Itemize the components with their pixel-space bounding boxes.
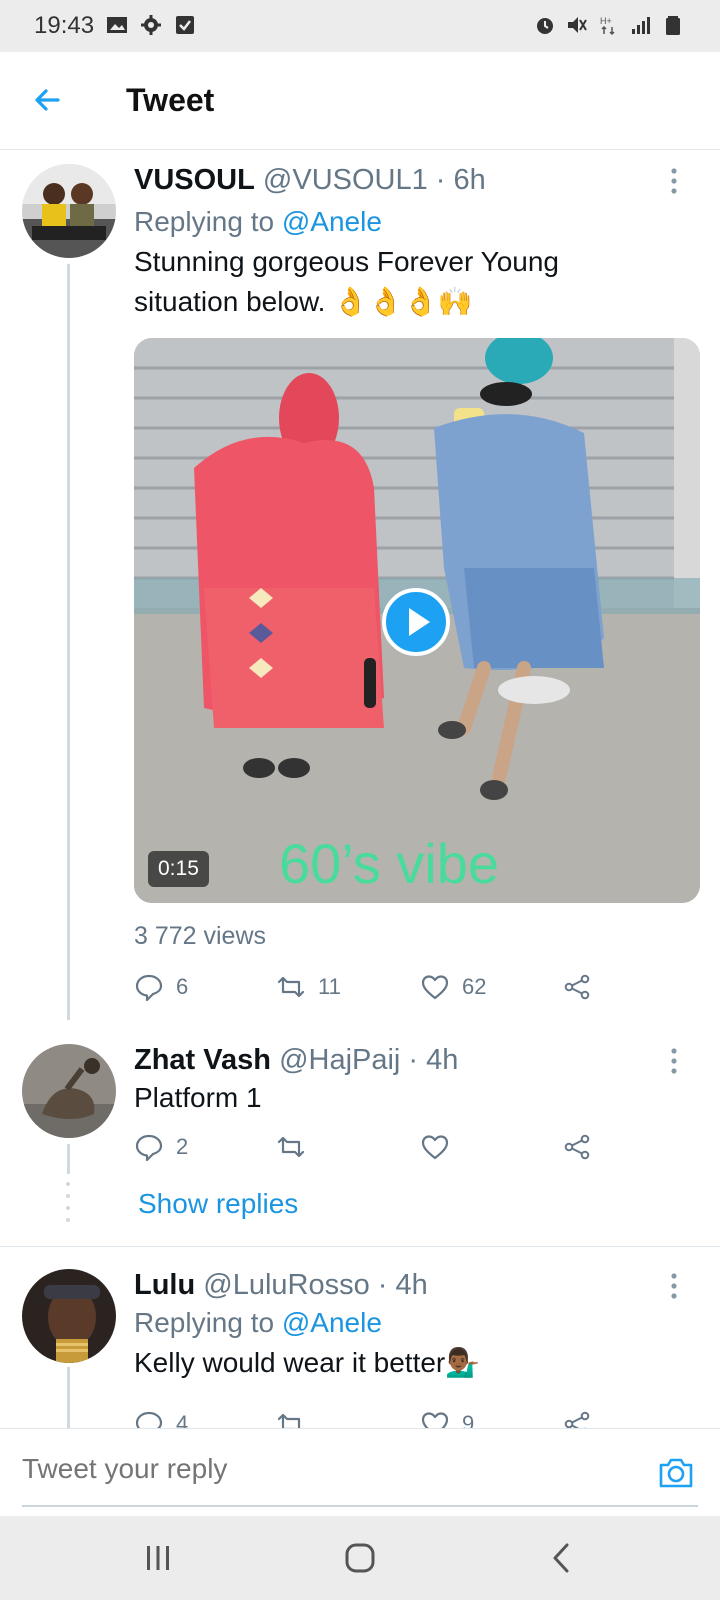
display-name[interactable]: VUSOUL [134, 164, 255, 196]
reply-button[interactable]: 2 [134, 1132, 188, 1162]
retweet-icon [277, 976, 305, 998]
mute-icon [568, 17, 587, 33]
page-title: Tweet [126, 82, 215, 118]
heart-icon [421, 1135, 449, 1160]
svg-text:H+: H+ [600, 16, 612, 26]
tweet-text: Kelly would wear it better💁🏾‍♂️ [134, 1347, 481, 1378]
share-button[interactable] [562, 1132, 592, 1162]
like-button[interactable]: 62 [420, 972, 486, 1002]
back-icon[interactable] [542, 1538, 582, 1578]
status-bar: 19:43 H+ [0, 0, 720, 52]
system-nav-bar [0, 1516, 720, 1600]
tweet-header: Zhat Vash @HajPaij · 4h [134, 1042, 700, 1078]
image-icon [107, 17, 127, 33]
tweet-lulu[interactable]: Lulu @LuluRosso · 4h Replying to @Anele … [0, 1247, 720, 1428]
like-button[interactable] [420, 1132, 462, 1162]
avatar-lulu[interactable] [22, 1269, 116, 1363]
home-icon[interactable] [340, 1538, 380, 1578]
reply-icon [135, 1134, 163, 1162]
view-count: 3 772 views [134, 922, 267, 950]
gear-icon [141, 15, 161, 35]
replying-to-link[interactable]: @Anele [282, 206, 382, 237]
retweet-button[interactable] [276, 1132, 318, 1162]
video-duration: 0:15 [148, 851, 209, 887]
signal-icon [632, 17, 650, 34]
replying-to: Replying to @Anele [134, 202, 700, 242]
like-button[interactable]: 9 [420, 1409, 474, 1428]
replying-to-label: Replying to [134, 206, 282, 237]
checkbox-icon [176, 16, 194, 34]
arrow-left-icon[interactable] [28, 80, 68, 120]
reply-button[interactable]: 6 [134, 972, 188, 1002]
tweet-time: · 4h [369, 1269, 428, 1301]
status-time: 19:43 [34, 12, 95, 39]
tweet-text: Stunning gorgeous Forever Young situatio… [134, 242, 700, 322]
thread-line [67, 264, 70, 1020]
share-button[interactable] [562, 972, 592, 1002]
tweet-actions: 4 9 [134, 1409, 614, 1428]
handle[interactable]: @VUSOUL1 [263, 164, 428, 196]
like-count: 9 [462, 1411, 475, 1428]
reply-input[interactable] [22, 1453, 642, 1485]
reply-composer [0, 1428, 720, 1518]
replying-to-label: Replying to [134, 1307, 282, 1338]
tweet-actions: 2 [134, 1132, 614, 1168]
share-icon [564, 974, 590, 1000]
reply-count: 6 [176, 974, 189, 999]
like-count: 62 [462, 974, 487, 999]
retweet-count: 11 [318, 974, 341, 999]
thread-line [67, 1367, 70, 1428]
heart-icon [421, 975, 449, 1000]
retweet-icon [277, 1413, 304, 1428]
app-header: Tweet [0, 52, 720, 150]
handle[interactable]: @HajPaij [279, 1044, 400, 1076]
more-options-icon[interactable] [666, 1271, 682, 1301]
tweet-header: VUSOUL @VUSOUL1 · 6h [134, 162, 700, 198]
show-replies-link[interactable]: Show replies [138, 1188, 298, 1220]
display-name[interactable]: Lulu [134, 1269, 195, 1301]
tweet-text-line: situation below. 👌👌👌🙌 [134, 286, 473, 317]
retweet-icon [277, 1136, 305, 1158]
more-options-icon[interactable] [666, 166, 682, 196]
retweet-button[interactable]: 11 [276, 972, 341, 1002]
tweet-time: · 4h [400, 1044, 459, 1076]
network-hplus-icon: H+ [600, 16, 615, 36]
reply-count: 4 [176, 1411, 189, 1428]
tweet-text: Platform 1 [134, 1082, 262, 1113]
handle[interactable]: @LuluRosso [203, 1269, 369, 1301]
tweet-header: Lulu @LuluRosso · 4h [134, 1267, 700, 1303]
reply-button[interactable]: 4 [134, 1409, 188, 1428]
share-icon [564, 1411, 590, 1428]
display-name[interactable]: Zhat Vash [134, 1044, 271, 1076]
avatar-vusoul[interactable] [22, 164, 116, 258]
thread-dots [66, 1182, 70, 1222]
share-icon [564, 1134, 590, 1160]
tweet-text-line: Stunning gorgeous Forever Young [134, 246, 559, 277]
tweet-actions: 6 11 62 [134, 972, 614, 1008]
tweet-time: · 6h [427, 164, 486, 196]
heart-icon [421, 1412, 449, 1428]
avatar-zhat-vash[interactable] [22, 1044, 116, 1138]
replying-to: Replying to @Anele [134, 1303, 700, 1343]
video-thumbnail[interactable]: 60’s vibe 0:15 [134, 338, 700, 903]
tweet-zhat-vash[interactable]: Zhat Vash @HajPaij · 4h Platform 1 2 Sho… [0, 1020, 720, 1246]
reply-count: 2 [176, 1134, 189, 1159]
alarm-icon [537, 18, 553, 34]
play-icon[interactable] [382, 588, 450, 656]
camera-icon[interactable] [656, 1453, 696, 1493]
reply-icon [135, 1411, 163, 1428]
retweet-button[interactable] [276, 1409, 318, 1428]
video-caption: 60’s vibe [279, 832, 499, 895]
replying-to-link[interactable]: @Anele [282, 1307, 382, 1338]
input-underline [22, 1505, 698, 1507]
share-button[interactable] [562, 1409, 592, 1428]
more-options-icon[interactable] [666, 1046, 682, 1076]
tweet-vusoul[interactable]: VUSOUL @VUSOUL1 · 6h Replying to @Anele … [0, 150, 720, 1020]
recents-icon[interactable] [138, 1538, 178, 1578]
thread-line [67, 1144, 70, 1174]
battery-icon [666, 16, 680, 35]
reply-icon [135, 974, 163, 1002]
